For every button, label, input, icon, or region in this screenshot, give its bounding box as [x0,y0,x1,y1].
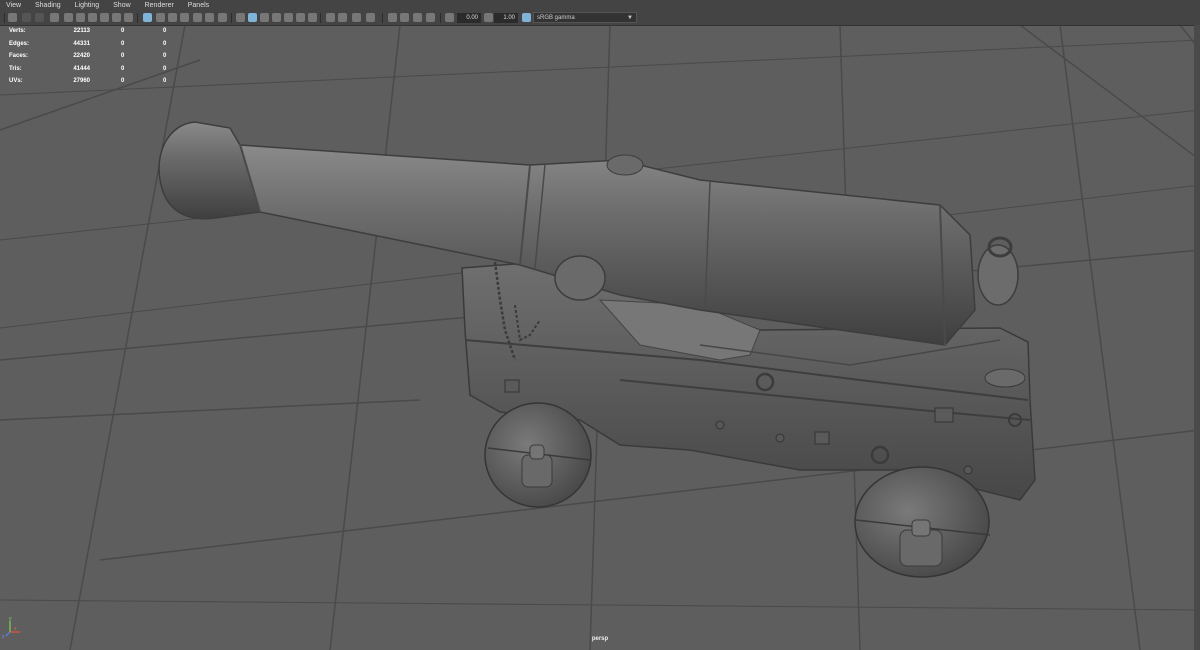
lighting-icon[interactable] [284,13,293,22]
shadows-icon[interactable] [296,13,305,22]
hud-value: 0 [163,53,167,60]
viewport-3d[interactable]: x y z [0,0,1200,650]
gate-mask-icon[interactable] [180,13,189,22]
image-plane-icon[interactable] [50,13,59,22]
hud-value: 41444 [73,65,90,72]
hud-label: UVs: [9,78,23,85]
depth-of-field-icon[interactable] [366,13,375,22]
xray-active-icon[interactable] [413,13,422,22]
cannon-wheel-front [484,402,592,508]
hud-label: Tris: [9,65,22,72]
safe-title-icon[interactable] [218,13,227,22]
hud-value: 0 [163,78,167,85]
hud-label: Faces: [9,53,29,60]
hud-row: UVs: 27960 0 0 [9,75,179,88]
view-transform-dropdown[interactable]: sRGB gamma ▼ [533,12,637,23]
hud-value: 0 [163,28,167,34]
ambient-occlusion-icon[interactable] [326,13,335,22]
hud-value: 0 [121,65,125,72]
hud-row: Faces: 22420 0 0 [9,50,179,63]
panel-edge-scrollbar[interactable] [1194,25,1200,650]
view-transform-value: sRGB gamma [537,15,575,21]
wireframe-icon[interactable] [236,13,245,22]
menu-shading[interactable]: Shading [35,0,61,11]
hud-row: Verts: 22113 0 0 [9,25,179,38]
toolbar-separator [231,13,232,23]
hud-row: Edges: 44331 0 0 [9,38,179,51]
safe-action-icon[interactable] [205,13,214,22]
backface-culling-icon[interactable] [426,13,435,22]
film-gate-icon[interactable] [64,13,73,22]
menu-lighting[interactable]: Lighting [75,0,100,11]
resolution-gate-icon[interactable] [168,13,177,22]
film-gate-toggle-icon[interactable] [156,13,165,22]
no-entry-icon[interactable] [8,13,17,22]
xray-icon[interactable] [308,13,317,22]
anti-aliasing-icon[interactable] [352,13,361,22]
hud-value: 22113 [73,28,90,34]
hud-label: Edges: [9,40,30,47]
grid-toggle-icon[interactable] [143,13,152,22]
menu-show[interactable]: Show [113,0,131,11]
exposure-field[interactable]: 0.00 [457,13,481,23]
panel-menubar: View Shading Lighting Show Renderer Pane… [0,0,1200,11]
xray-camera-icon[interactable] [124,13,133,22]
textured-icon[interactable] [272,13,281,22]
smooth-shade-icon[interactable] [248,13,257,22]
hud-value: 0 [163,40,167,47]
grease-pencil-icon[interactable] [112,13,121,22]
menu-renderer[interactable]: Renderer [145,0,174,11]
camera-icon[interactable] [76,13,85,22]
hud-value: 0 [121,78,125,85]
bookmark-icon[interactable] [35,13,44,22]
hud-value: 27960 [73,78,90,85]
hud-row: Tris: 41444 0 0 [9,63,179,76]
toolbar-separator [4,13,5,23]
camera-attributes-icon[interactable] [22,13,31,22]
hud-value: 0 [121,40,125,47]
toolbar-separator [137,13,138,23]
poly-count-hud: Verts: 22113 0 0 Edges: 44331 0 0 Faces:… [9,25,179,88]
toolbar-separator [440,13,441,23]
gamma-icon[interactable] [484,13,493,22]
xray-joints-icon[interactable] [400,13,409,22]
hud-value: 0 [163,65,167,72]
cannon-wheel-rear [854,466,991,578]
panel-toolbar: 0.00 1.00 sRGB gamma ▼ [0,11,1200,26]
gamma-field[interactable]: 1.00 [494,13,518,23]
isolate-select-icon[interactable] [388,13,397,22]
hud-value: 22420 [73,53,90,60]
toolbar-separator [382,13,383,23]
pan-zoom-icon[interactable] [100,13,109,22]
menu-panels[interactable]: Panels [188,0,209,11]
hud-value: 44331 [73,40,90,47]
color-management-icon[interactable] [522,13,531,22]
hud-label: Verts: [9,28,26,34]
motion-blur-icon[interactable] [338,13,347,22]
hud-value: 0 [121,53,125,60]
lock-camera-icon[interactable] [88,13,97,22]
menu-view[interactable]: View [6,0,21,11]
hud-value: 0 [121,28,125,34]
camera-name-label: persp [591,636,609,642]
chevron-down-icon: ▼ [627,15,633,21]
toolbar-separator [320,13,321,23]
field-chart-icon[interactable] [193,13,202,22]
exposure-icon[interactable] [445,13,454,22]
wireframe-on-shaded-icon[interactable] [260,13,269,22]
